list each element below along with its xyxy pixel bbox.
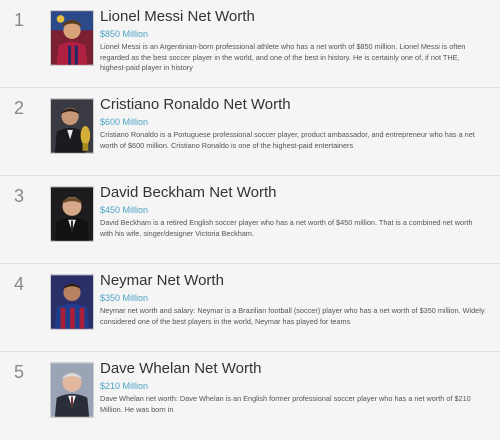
item-title-link[interactable]: Dave Whelan Net Worth: [100, 360, 492, 378]
list-item[interactable]: 5 Dave Whelan Net Worth $210 Million Dav…: [0, 352, 500, 440]
rank-number: 5: [14, 362, 25, 382]
rank-number: 2: [14, 98, 25, 118]
person-photo-icon[interactable]: [50, 98, 94, 154]
item-title-link[interactable]: Cristiano Ronaldo Net Worth: [100, 96, 492, 114]
item-content: Neymar Net Worth $350 Million Neymar net…: [100, 272, 492, 351]
item-title-link[interactable]: David Beckham Net Worth: [100, 184, 492, 202]
net-worth-value: $350 Million: [100, 293, 149, 303]
net-worth-value: $850 Million: [100, 29, 149, 39]
item-description: Neymar net worth and salary: Neymar is a…: [100, 306, 485, 326]
item-title-link[interactable]: Neymar Net Worth: [100, 272, 492, 290]
net-worth-value: $600 Million: [100, 117, 149, 127]
item-description: David Beckham is a retired English socce…: [100, 218, 473, 238]
net-worth-value: $450 Million: [100, 205, 149, 215]
person-photo-icon[interactable]: [50, 362, 94, 418]
list-item[interactable]: 2 Cristiano Ronaldo Net Worth $600 Milli…: [0, 88, 500, 176]
item-content: Dave Whelan Net Worth $210 Million Dave …: [100, 360, 492, 440]
person-photo-icon[interactable]: [50, 186, 94, 242]
list-item[interactable]: 1 Lionel Messi Net Worth $850 Million Li…: [0, 0, 500, 88]
item-content: David Beckham Net Worth $450 Million Dav…: [100, 184, 492, 263]
net-worth-list: 1 Lionel Messi Net Worth $850 Million Li…: [0, 0, 500, 440]
photo-thumbnail-svg: [51, 363, 93, 417]
photo-thumbnail-svg: [51, 275, 93, 329]
item-content: Cristiano Ronaldo Net Worth $600 Million…: [100, 96, 492, 175]
photo-thumbnail-svg: [51, 11, 93, 65]
person-photo-icon[interactable]: [50, 10, 94, 66]
item-description: Lionel Messi is an Argentinian-born prof…: [100, 42, 466, 72]
list-item[interactable]: 3 David Beckham Net Worth $450 Million D…: [0, 176, 500, 264]
rank-number: 4: [14, 274, 25, 294]
item-title-link[interactable]: Lionel Messi Net Worth: [100, 8, 492, 26]
net-worth-value: $210 Million: [100, 381, 149, 391]
photo-thumbnail-svg: [51, 99, 93, 153]
person-photo-icon[interactable]: [50, 274, 94, 330]
photo-thumbnail-svg: [51, 187, 93, 241]
list-item[interactable]: 4 Neymar Net Worth $350 Million Neymar n…: [0, 264, 500, 352]
rank-number: 3: [14, 186, 25, 206]
item-description: Dave Whelan net worth: Dave Whelan is an…: [100, 394, 471, 414]
item-description: Cristiano Ronaldo is a Portuguese profes…: [100, 130, 475, 150]
rank-number: 1: [14, 10, 25, 30]
item-content: Lionel Messi Net Worth $850 Million Lion…: [100, 8, 492, 87]
